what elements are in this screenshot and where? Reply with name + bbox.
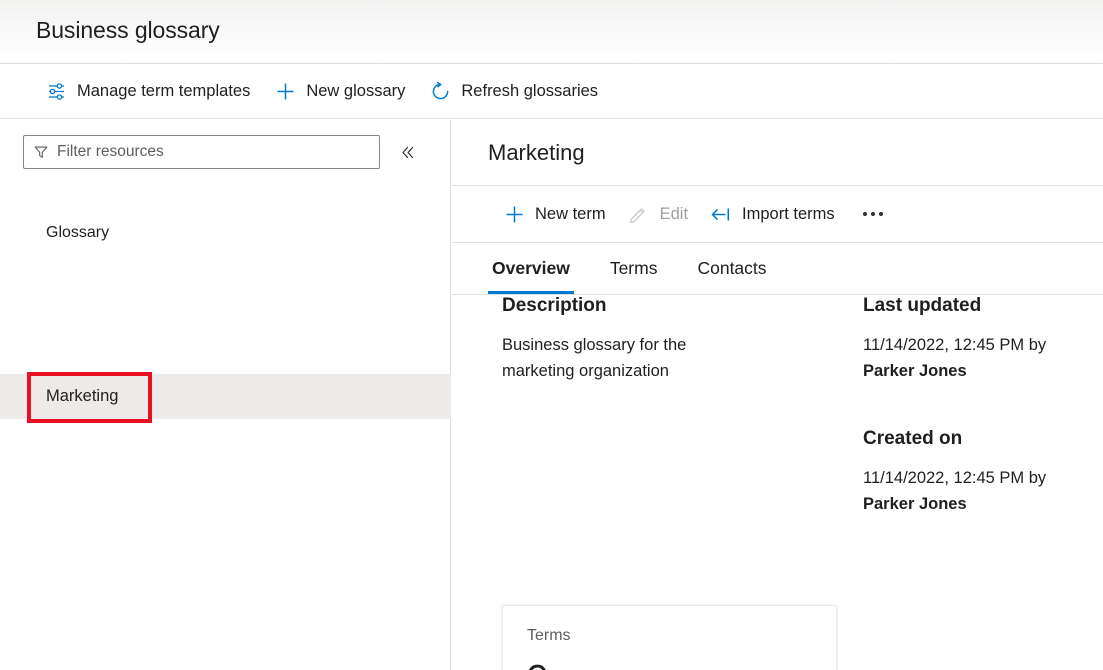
terms-summary-card: Terms 0 View terms [502,605,837,670]
title-bar: Business glossary [0,0,1103,64]
created-on-timestamp: 11/14/2022, 12:45 PM by [863,469,1046,487]
plus-icon [274,80,296,102]
new-term-label: New term [535,205,606,224]
detail-title: Marketing [452,120,1103,186]
filter-resources-input[interactable] [57,143,370,161]
sidebar-group-label: Glossary [46,224,109,242]
sidebar-item-marketing[interactable]: Marketing [0,374,451,419]
business-glossary-app: Business glossary Manage term templates [0,0,1103,670]
manage-term-templates-button[interactable]: Manage term templates [36,72,259,110]
refresh-glossaries-label: Refresh glossaries [461,82,598,101]
tab-overview[interactable]: Overview [488,243,574,294]
tab-contacts-label: Contacts [697,258,766,279]
description-text: Business glossary for the marketing orga… [502,332,720,384]
import-terms-label: Import terms [742,205,835,224]
filter-funnel-icon [33,144,49,160]
plus-icon [503,203,525,225]
created-on-heading: Created on [863,428,1088,450]
last-updated-user: Parker Jones [863,362,967,380]
column-spacer [863,384,1088,428]
description-heading: Description [502,295,847,317]
import-arrow-icon [710,203,732,225]
overview-left-column: Description Business glossary for the ma… [502,295,847,384]
tab-terms[interactable]: Terms [606,243,662,294]
created-on-user: Parker Jones [863,495,967,513]
created-on-value: 11/14/2022, 12:45 PM by Parker Jones [863,465,1081,517]
last-updated-timestamp: 11/14/2022, 12:45 PM by [863,336,1046,354]
pencil-icon [628,203,650,225]
chevron-double-left-icon[interactable] [393,138,421,166]
overview-panel: Description Business glossary for the ma… [452,295,1103,670]
page-title: Business glossary [36,17,220,44]
terms-card-count: 0 [526,653,549,670]
dot-icon [863,212,867,216]
refresh-icon [429,80,451,102]
last-updated-heading: Last updated [863,295,1088,317]
edit-button: Edit [619,195,697,233]
terms-card-label: Terms [527,627,571,645]
sidebar-group-glossary: Glossary [0,216,451,250]
tab-contacts[interactable]: Contacts [693,243,770,294]
global-command-bar: Manage term templates New glossary Refre… [0,64,1103,119]
tab-terms-label: Terms [610,258,658,279]
dot-icon [871,212,875,216]
detail-command-bar: New term Edit [452,186,1103,243]
sidebar-filter-row [0,120,451,184]
tab-overview-label: Overview [492,258,570,279]
sidebar-item-label: Marketing [46,387,118,406]
new-glossary-button[interactable]: New glossary [265,72,414,110]
new-glossary-label: New glossary [306,82,405,101]
filter-resources-box[interactable] [23,135,380,169]
refresh-glossaries-button[interactable]: Refresh glossaries [420,72,607,110]
manage-term-templates-label: Manage term templates [77,82,250,101]
detail-tabs: Overview Terms Contacts [452,243,1103,295]
overview-right-column: Last updated 11/14/2022, 12:45 PM by Par… [863,295,1088,517]
glossary-sidebar: Glossary Marketing [0,120,451,670]
more-options-button[interactable] [856,197,890,231]
detail-title-text: Marketing [488,140,585,166]
dot-icon [879,212,883,216]
import-terms-button[interactable]: Import terms [701,195,844,233]
edit-label: Edit [660,205,688,224]
glossary-detail-pane: Marketing New term [452,120,1103,670]
new-term-button[interactable]: New term [494,195,615,233]
settings-sliders-icon [45,80,67,102]
last-updated-value: 11/14/2022, 12:45 PM by Parker Jones [863,332,1081,384]
